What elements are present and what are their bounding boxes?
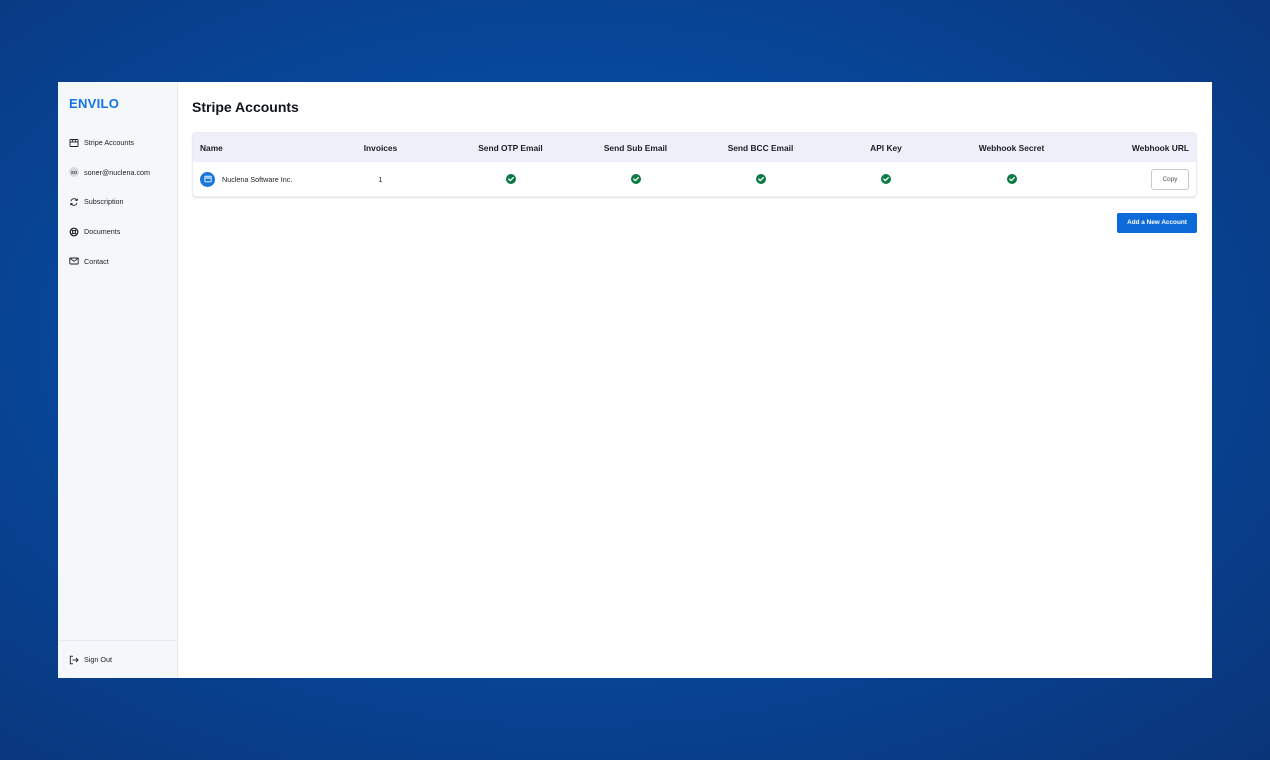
sidebar-item-label: Stripe Accounts (84, 138, 134, 148)
check-circle-icon (1006, 174, 1017, 185)
table-header: Name Invoices Send OTP Email Send Sub Em… (193, 133, 1196, 162)
check-circle-icon (630, 174, 641, 185)
sidebar-item-stripe-accounts[interactable]: Stripe Accounts (58, 128, 177, 158)
table-row[interactable]: Nuclena Software Inc. 1 Copy (193, 162, 1196, 196)
column-header-webhook-url: Webhook URL (1131, 142, 1189, 153)
lifebuoy-icon (69, 227, 79, 237)
sidebar-item-label: Documents (84, 227, 121, 237)
column-header-webhook-secret: Webhook Secret (978, 142, 1045, 153)
check-circle-icon (505, 174, 516, 185)
sign-out-button[interactable]: Sign Out (58, 640, 177, 678)
page-title: Stripe Accounts (192, 99, 299, 115)
mail-icon (69, 256, 79, 266)
sidebar-item-documents[interactable]: Documents (58, 217, 177, 247)
column-header-name: Name (200, 142, 223, 153)
invoices-count: 1 (378, 174, 383, 184)
refresh-icon (69, 197, 79, 207)
send-sub-email-status (573, 174, 698, 185)
sign-out-icon (69, 655, 79, 665)
column-header-send-bcc-email: Send BCC Email (727, 142, 794, 153)
sidebar-item-label: Contact (84, 256, 109, 266)
check-circle-icon (755, 174, 766, 185)
account-name: Nuclena Software Inc. (222, 174, 293, 184)
column-header-send-sub-email: Send Sub Email (603, 142, 668, 153)
sidebar-nav: Stripe Accounts SO soner@nuclena.com Sub… (58, 128, 177, 276)
sidebar-item-contact[interactable]: Contact (58, 246, 177, 276)
storefront-icon (200, 171, 215, 187)
sign-out-label: Sign Out (84, 655, 112, 664)
send-bcc-email-status (698, 174, 823, 185)
column-header-api-key: API Key (870, 142, 902, 153)
brand-logo: ENVILO (69, 96, 120, 111)
column-header-invoices: Invoices (363, 142, 398, 153)
send-otp-email-status (448, 174, 573, 185)
webhook-secret-status (949, 174, 1074, 185)
sidebar: ENVILO Stripe Accounts SO soner@nuclena.… (58, 82, 178, 678)
sidebar-item-account-email[interactable]: SO soner@nuclena.com (58, 158, 177, 188)
sidebar-item-label: Subscription (84, 197, 124, 207)
sidebar-item-subscription[interactable]: Subscription (58, 187, 177, 217)
sidebar-item-label: soner@nuclena.com (84, 167, 151, 177)
app-window: ENVILO Stripe Accounts SO soner@nuclena.… (58, 82, 1212, 678)
column-header-send-otp-email: Send OTP Email (478, 142, 543, 153)
storefront-icon (69, 138, 79, 148)
api-key-status (823, 174, 949, 185)
add-new-account-button[interactable]: Add a New Account (1117, 213, 1197, 233)
check-circle-icon (881, 174, 891, 185)
main-content: Stripe Accounts Name Invoices Send OTP E… (178, 82, 1212, 678)
avatar: SO (69, 167, 79, 178)
account-name-cell: Nuclena Software Inc. (193, 171, 313, 187)
stripe-accounts-table: Name Invoices Send OTP Email Send Sub Em… (192, 132, 1197, 197)
copy-webhook-url-button[interactable]: Copy (1151, 168, 1189, 190)
webhook-url-cell: Copy (1074, 168, 1196, 190)
